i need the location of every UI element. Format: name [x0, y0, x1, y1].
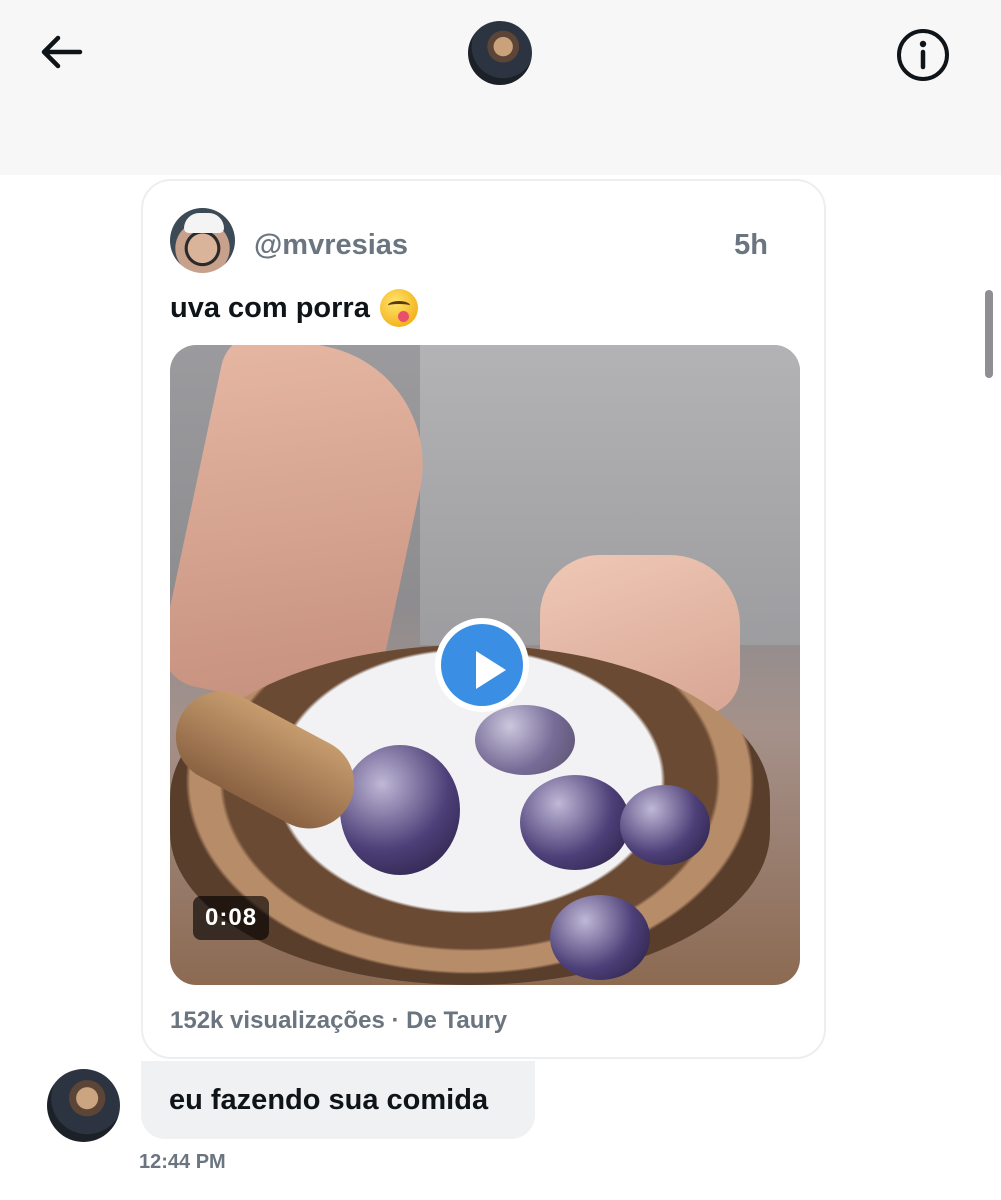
- chat-header: [0, 0, 1001, 175]
- video-frame-grape: [340, 745, 460, 875]
- video-frame-grape: [620, 785, 710, 865]
- post-video[interactable]: 0:08: [170, 345, 800, 985]
- video-frame-grape: [475, 705, 575, 775]
- message-text: eu fazendo sua comida: [169, 1084, 489, 1116]
- post-text-content: uva com porra: [170, 291, 370, 324]
- play-button[interactable]: [435, 618, 529, 712]
- post-author-avatar[interactable]: [170, 208, 235, 273]
- post-text: uva com porra: [170, 289, 418, 327]
- info-button[interactable]: [895, 27, 951, 83]
- arrow-left-icon: [41, 35, 83, 69]
- message-bubble[interactable]: eu fazendo sua comida: [141, 1061, 535, 1139]
- video-frame-grape: [550, 895, 650, 980]
- post-time: 5h: [734, 229, 768, 261]
- message-timestamp: 12:44 PM: [139, 1151, 226, 1173]
- post-author-handle[interactable]: @mvresias: [254, 229, 408, 262]
- video-frame-grape: [520, 775, 630, 870]
- face-savoring-food-emoji-icon: [379, 289, 418, 327]
- conversation-avatar[interactable]: [468, 21, 532, 85]
- shared-post-card[interactable]: @mvresias 5h uva com porra 0:08 152k vis…: [141, 179, 826, 1059]
- play-icon: [441, 624, 523, 706]
- post-footer: 152k visualizações · De Taury: [170, 1007, 508, 1034]
- video-duration-badge: 0:08: [193, 896, 270, 940]
- back-button[interactable]: [34, 30, 86, 74]
- scrollbar[interactable]: [985, 290, 993, 378]
- sender-avatar[interactable]: [47, 1069, 120, 1142]
- info-circle-icon: [897, 29, 949, 81]
